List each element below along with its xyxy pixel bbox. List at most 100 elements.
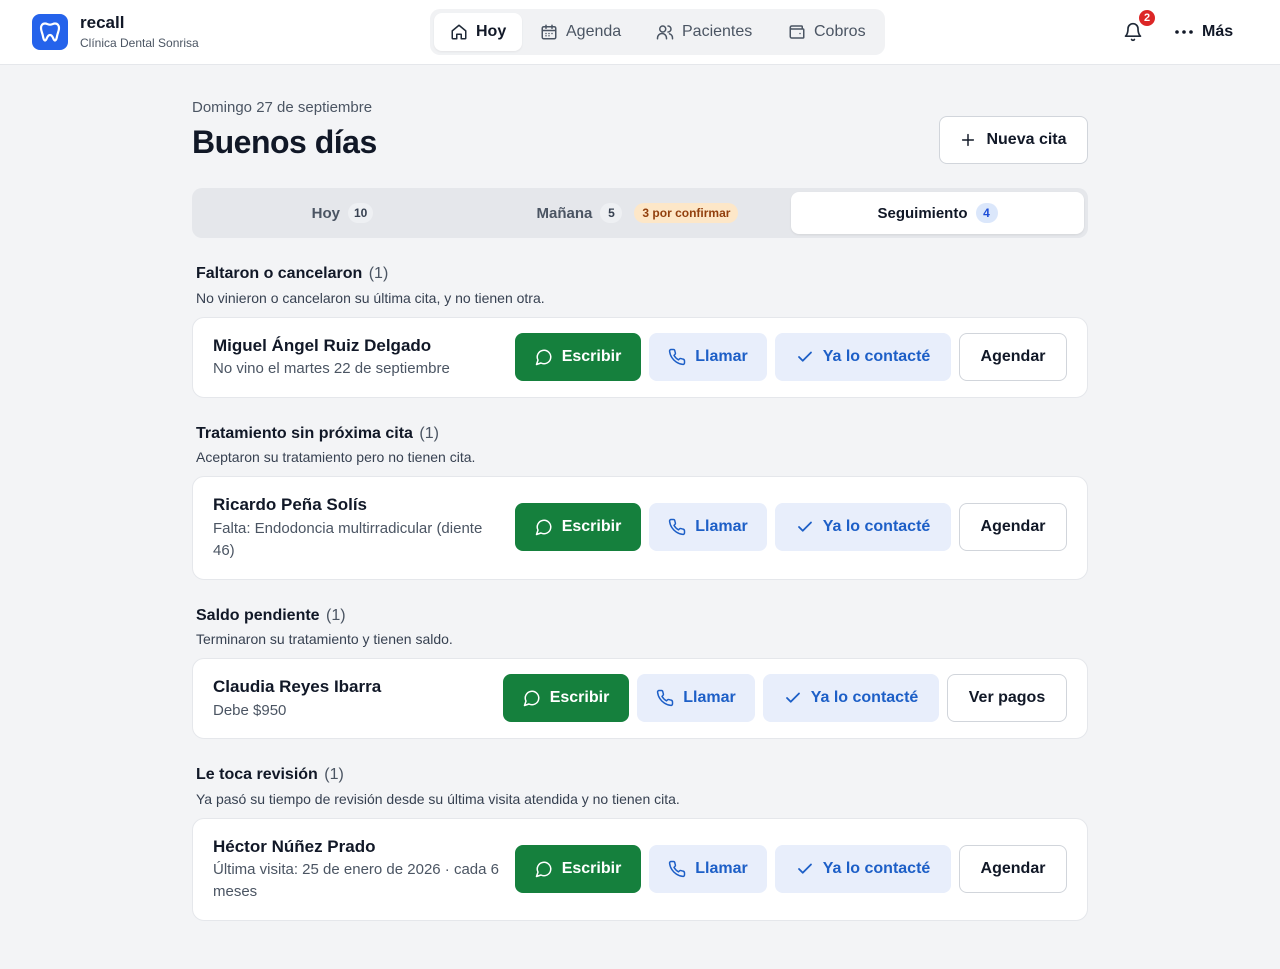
tab-label: Hoy [311, 204, 340, 222]
patient-name: Claudia Reyes Ibarra [213, 677, 382, 696]
section-description: Terminaron su tratamiento y tienen saldo… [196, 631, 453, 647]
message-circle-icon [535, 861, 552, 878]
tab-seguimiento[interactable]: Seguimiento 4 [791, 192, 1084, 234]
mark-contacted-label: Ya lo contacté [810, 689, 919, 706]
more-menu-button[interactable]: Más [1174, 20, 1233, 44]
section-description: No vinieron o cancelaron su última cita,… [196, 290, 545, 306]
call-button[interactable]: Llamar [637, 674, 755, 722]
call-button[interactable]: Llamar [649, 845, 767, 893]
nav-item-label: Pacientes [682, 23, 753, 40]
patient-card: Claudia Reyes Ibarra Debe $950 Escribir … [192, 658, 1088, 739]
section-title-text: Saldo pendiente [196, 607, 320, 624]
notification-count-badge: 2 [1137, 8, 1157, 28]
nav-item-label: Hoy [476, 23, 507, 40]
section-title: Le toca revisión (1) [196, 766, 344, 784]
plus-icon [962, 133, 975, 147]
write-button[interactable]: Escribir [515, 333, 641, 381]
nav-item-agenda[interactable]: Agenda [524, 13, 637, 51]
users-icon [656, 25, 674, 40]
page-title: Buenos días [192, 124, 377, 160]
call-label: Llamar [695, 860, 748, 877]
main-nav: Hoy Agenda Pacientes Cobros [430, 9, 885, 55]
patient-card: Miguel Ángel Ruiz Delgado No vino el mar… [192, 317, 1088, 398]
section-count: (1) [419, 425, 439, 442]
schedule-label: Agendar [980, 518, 1046, 535]
call-label: Llamar [695, 518, 748, 535]
patient-card: Ricardo Peña Solís Falta: Endodoncia mul… [192, 476, 1088, 580]
calendar-icon [541, 24, 557, 40]
section-count: (1) [324, 766, 344, 783]
day-tabs: Hoy 10 Mañana 5 3 por confirmar Seguimie… [192, 188, 1088, 238]
pending-confirmation-badge: 3 por confirmar [634, 203, 739, 223]
schedule-button[interactable]: Agendar [959, 333, 1067, 381]
patient-info: No vino el martes 22 de septiembre [213, 360, 450, 377]
nav-item-hoy[interactable]: Hoy [434, 13, 523, 51]
new-appointment-label: Nueva cita [986, 131, 1067, 148]
section-title: Saldo pendiente (1) [196, 607, 346, 625]
tab-count-badge: 4 [975, 203, 998, 223]
tab-manana[interactable]: Mañana 5 3 por confirmar [491, 192, 784, 234]
mark-contacted-button[interactable]: Ya lo contacté [775, 333, 951, 381]
write-label: Escribir [561, 348, 622, 365]
ellipsis-icon [1175, 30, 1193, 34]
tab-label: Seguimiento [877, 204, 968, 222]
write-label: Escribir [549, 689, 610, 706]
check-icon [785, 692, 800, 703]
call-label: Llamar [683, 689, 736, 706]
nav-item-pacientes[interactable]: Pacientes [640, 13, 768, 51]
mark-contacted-label: Ya lo contacté [822, 348, 931, 365]
more-label: Más [1202, 23, 1234, 40]
nav-item-cobros[interactable]: Cobros [772, 13, 882, 51]
mark-contacted-button[interactable]: Ya lo contacté [775, 503, 951, 551]
nav-item-label: Agenda [566, 23, 622, 40]
section-description: Aceptaron su tratamiento pero no tienen … [196, 449, 476, 465]
patient-info: Falta: Endodoncia multirradicular (dient… [213, 520, 483, 559]
tab-count-badge: 5 [600, 203, 623, 223]
schedule-label: Agendar [980, 348, 1046, 365]
schedule-button[interactable]: Agendar [959, 845, 1067, 893]
call-button[interactable]: Llamar [649, 503, 767, 551]
write-button[interactable]: Escribir [515, 845, 641, 893]
wallet-icon [789, 25, 805, 39]
phone-icon [669, 348, 686, 366]
tab-count-badge: 10 [347, 203, 374, 223]
top-bar: recall Clínica Dental Sonrisa Hoy Agenda… [0, 0, 1280, 65]
home-icon [451, 24, 467, 40]
section-description: Ya pasó su tiempo de revisión desde su ú… [196, 791, 680, 807]
write-button[interactable]: Escribir [503, 674, 629, 722]
patient-name: Héctor Núñez Prado [213, 837, 376, 856]
message-circle-icon [535, 349, 552, 366]
mark-contacted-button[interactable]: Ya lo contacté [775, 845, 951, 893]
tab-label: Mañana [536, 204, 593, 222]
patient-name: Miguel Ángel Ruiz Delgado [213, 336, 432, 355]
view-payments-label: Ver pagos [968, 689, 1046, 706]
mark-contacted-button[interactable]: Ya lo contacté [763, 674, 939, 722]
patient-info: Última visita: 25 de enero de 2026 · cad… [213, 861, 500, 900]
check-icon [797, 863, 812, 874]
nav-item-label: Cobros [814, 23, 866, 40]
phone-icon [669, 860, 686, 878]
call-button[interactable]: Llamar [649, 333, 767, 381]
tooth-logo-icon[interactable] [32, 14, 68, 50]
mark-contacted-label: Ya lo contacté [822, 518, 931, 535]
phone-icon [657, 689, 674, 707]
message-circle-icon [523, 690, 540, 707]
app-name: recall [80, 13, 125, 32]
clinic-name: Clínica Dental Sonrisa [80, 36, 199, 50]
patient-info: Debe $950 [213, 702, 287, 719]
schedule-button[interactable]: Agendar [959, 503, 1067, 551]
view-payments-button[interactable]: Ver pagos [947, 674, 1067, 722]
call-label: Llamar [695, 348, 748, 365]
section-title-text: Faltaron o cancelaron [196, 265, 363, 282]
tab-hoy[interactable]: Hoy 10 [196, 192, 489, 234]
write-label: Escribir [561, 518, 622, 535]
section-title-text: Le toca revisión [196, 766, 318, 783]
patient-card: Héctor Núñez Prado Última visita: 25 de … [192, 818, 1088, 921]
write-button[interactable]: Escribir [515, 503, 641, 551]
new-appointment-button[interactable]: Nueva cita [939, 116, 1088, 164]
mark-contacted-label: Ya lo contacté [822, 860, 931, 877]
section-count: (1) [326, 607, 346, 624]
check-icon [797, 351, 812, 362]
section-count: (1) [368, 265, 389, 282]
check-icon [797, 521, 812, 532]
